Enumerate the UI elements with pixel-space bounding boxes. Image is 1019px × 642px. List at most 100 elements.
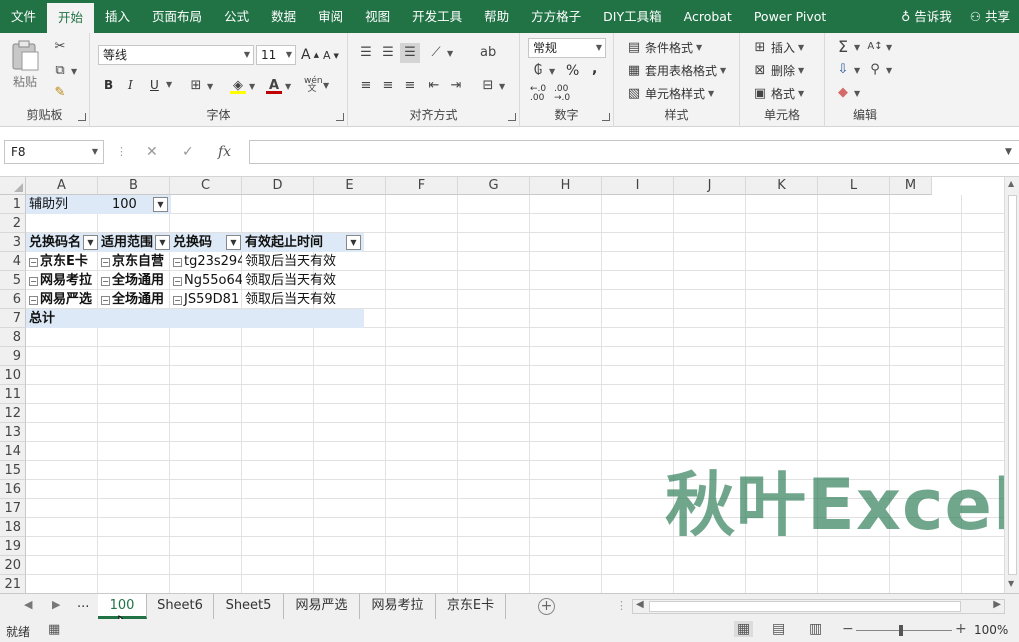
collapse-icon[interactable]: − — [29, 296, 38, 305]
filter-dropdown-icon[interactable]: ▼ — [83, 235, 98, 250]
column-header-l[interactable]: L — [818, 177, 890, 195]
page-layout-view-icon[interactable]: ▤ — [772, 621, 785, 637]
scroll-up-icon[interactable]: ▲ — [1008, 179, 1014, 188]
sheet-tab-netease-kaola[interactable]: 网易考拉 — [360, 594, 436, 619]
row-header-2[interactable]: 2 — [0, 214, 26, 233]
row-header-19[interactable]: 19 — [0, 537, 26, 556]
zoom-level[interactable]: 100% — [974, 623, 1008, 637]
row-header-15[interactable]: 15 — [0, 461, 26, 480]
insert-function-button[interactable]: fx — [218, 140, 231, 164]
tab-insert[interactable]: 插入 — [94, 0, 141, 33]
collapse-icon[interactable]: − — [101, 296, 110, 305]
collapse-icon[interactable]: − — [173, 258, 182, 267]
tab-page-layout[interactable]: 页面布局 — [141, 0, 213, 33]
find-select-button[interactable]: ⚲ ▼ — [867, 62, 892, 78]
cancel-icon[interactable]: ✕ — [146, 140, 158, 164]
filter-applied-icon[interactable]: ▼ — [153, 197, 168, 212]
cell-styles-button[interactable]: ▧ 单元格样式 ▼ — [626, 85, 714, 102]
column-header-k[interactable]: K — [746, 177, 818, 195]
column-header-g[interactable]: G — [458, 177, 530, 195]
font-name-select[interactable]: 等线 ▼ — [98, 45, 254, 65]
tab-developer[interactable]: 开发工具 — [401, 0, 473, 33]
row-header-4[interactable]: 4 — [0, 252, 26, 271]
row-header-8[interactable]: 8 — [0, 328, 26, 347]
wrap-text-button[interactable]: ab — [480, 45, 496, 61]
tab-review[interactable]: 审阅 — [307, 0, 354, 33]
conditional-format-button[interactable]: ▤ 条件格式 ▼ — [626, 39, 702, 56]
sheet-tab-sheet5[interactable]: Sheet5 — [214, 594, 284, 619]
tab-formulas[interactable]: 公式 — [213, 0, 260, 33]
row-header-6[interactable]: 6 — [0, 290, 26, 309]
zoom-slider-thumb[interactable] — [899, 625, 903, 636]
row-header-13[interactable]: 13 — [0, 423, 26, 442]
align-left-button[interactable]: ≡ — [358, 78, 374, 94]
column-header-m[interactable]: M — [890, 177, 932, 195]
row-header-9[interactable]: 9 — [0, 347, 26, 366]
accounting-format-button[interactable]: ₲ ▼ — [530, 63, 555, 79]
font-launcher[interactable] — [336, 113, 344, 121]
phonetic-button[interactable]: wén 文 ▼ — [304, 77, 329, 94]
tab-file[interactable]: 文件 — [0, 0, 47, 33]
pivot-row-scope[interactable]: − 全场通用 — [98, 290, 170, 309]
pivot-row-validity[interactable]: 领取后当天有效 — [242, 290, 363, 309]
collapse-icon[interactable]: − — [29, 277, 38, 286]
increase-indent-button[interactable]: ⇥ — [448, 78, 464, 94]
pivot-row-validity[interactable]: 领取后当天有效 — [242, 271, 363, 290]
number-format-select[interactable]: 常规 ▼ — [528, 38, 606, 58]
zoom-in-icon[interactable]: + — [955, 621, 967, 637]
format-cells-button[interactable]: ▣ 格式 ▼ — [752, 85, 804, 102]
collapse-icon[interactable]: − — [173, 296, 182, 305]
share-button[interactable]: ⚇ 共享 — [961, 0, 1019, 33]
row-header-11[interactable]: 11 — [0, 385, 26, 404]
shrink-font-button[interactable]: A ▼ — [323, 49, 339, 62]
number-launcher[interactable] — [602, 113, 610, 121]
collapse-icon[interactable]: − — [101, 258, 110, 267]
column-header-d[interactable]: D — [242, 177, 314, 195]
page-break-view-icon[interactable]: ▥ — [809, 621, 822, 637]
clipboard-launcher[interactable] — [78, 113, 86, 121]
sheet-tab-sheet6[interactable]: Sheet6 — [147, 594, 214, 619]
decrease-decimal-button[interactable]: .00 →.0 — [554, 85, 570, 103]
orientation-button[interactable]: ⟋ ▼ — [428, 45, 453, 61]
comma-button[interactable]: , — [592, 61, 597, 77]
enter-icon[interactable]: ✓ — [182, 140, 194, 164]
sheet-tab-netease-yanxuan[interactable]: 网易严选 — [284, 594, 360, 619]
vertical-scrollbar[interactable]: ▲ ▼ — [1004, 177, 1019, 593]
tab-data[interactable]: 数据 — [260, 0, 307, 33]
formula-input[interactable] — [249, 140, 1019, 164]
pivot-row-validity[interactable]: 领取后当天有效 — [242, 252, 363, 271]
row-header-18[interactable]: 18 — [0, 518, 26, 537]
horizontal-scroll-thumb[interactable] — [649, 601, 961, 612]
tell-me-button[interactable]: ♁ 告诉我 — [892, 0, 961, 33]
merge-center-button[interactable]: ⊟ ▼ — [480, 78, 506, 94]
row-header-17[interactable]: 17 — [0, 499, 26, 518]
paste-button[interactable]: 粘贴 — [10, 39, 40, 90]
pivot-row-code[interactable]: − Ng55o64 — [170, 271, 242, 290]
underline-dropdown[interactable]: ▼ — [166, 80, 172, 89]
tab-home[interactable]: 开始 — [47, 3, 95, 33]
expand-formula-icon[interactable]: ▼ — [1005, 140, 1012, 164]
scroll-down-icon[interactable]: ▼ — [1008, 579, 1014, 588]
align-bottom-button[interactable]: ☰ — [400, 43, 420, 63]
decrease-indent-button[interactable]: ⇤ — [426, 78, 442, 94]
scroll-left-icon[interactable]: ◀ — [636, 599, 644, 610]
scroll-right-icon[interactable]: ▶ — [993, 599, 1001, 610]
name-box[interactable]: F8 ▼ — [4, 140, 104, 164]
increase-decimal-button[interactable]: ←.0.00 — [530, 85, 546, 103]
column-header-f[interactable]: F — [386, 177, 458, 195]
pivot-header-code[interactable]: 兑换码 — [170, 233, 226, 252]
font-size-select[interactable]: 11 ▼ — [256, 45, 296, 65]
format-painter-button[interactable]: ✎ — [52, 85, 68, 101]
italic-button[interactable]: I — [128, 78, 133, 92]
column-header-h[interactable]: H — [530, 177, 602, 195]
alignment-launcher[interactable] — [508, 113, 516, 121]
pivot-filter-label[interactable]: 辅助列 — [26, 195, 98, 214]
pivot-row-code[interactable]: − tg23s294 — [170, 252, 242, 271]
copy-button[interactable]: ⧉ ▼ — [52, 63, 77, 79]
column-header-b[interactable]: B — [98, 177, 170, 195]
grow-font-button[interactable]: A ▲ — [301, 47, 319, 63]
row-header-16[interactable]: 16 — [0, 480, 26, 499]
pivot-header-name[interactable]: 兑换码名 — [26, 233, 84, 252]
collapse-icon[interactable]: − — [173, 277, 182, 286]
insert-cells-button[interactable]: ⊞ 插入 ▼ — [752, 39, 805, 56]
